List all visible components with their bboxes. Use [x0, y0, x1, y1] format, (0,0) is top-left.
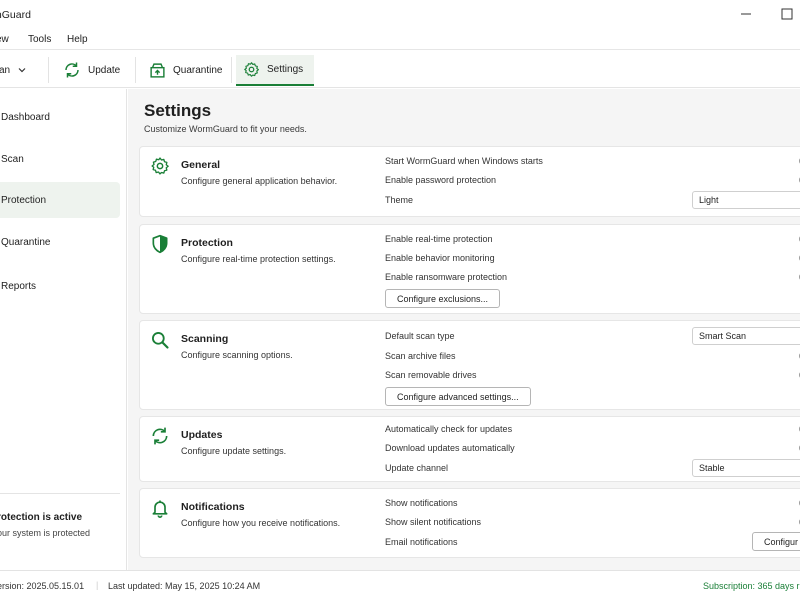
settings-panel: Settings Customize WormGuard to fit your…	[128, 89, 800, 570]
sidebar-item-dashboard[interactable]: Dashboard	[0, 99, 120, 135]
sidebar-item-label: Quarantine	[1, 236, 51, 248]
menu-tools[interactable]: Tools	[28, 34, 51, 45]
bell-icon	[152, 500, 168, 518]
section-title: Protection	[181, 237, 233, 249]
scan-dropdown-button[interactable]: can	[0, 55, 27, 85]
option-behavior-monitoring: Enable behavior monitoring	[385, 253, 495, 263]
page-title: Settings	[144, 101, 212, 120]
section-description: Configure real-time protection settings.	[181, 254, 336, 264]
option-theme: Theme	[385, 195, 414, 205]
section-description: Configure general application behavior.	[181, 176, 338, 186]
quarantine-box-icon	[150, 62, 165, 78]
app-title: mGuard	[0, 9, 31, 21]
maximize-button[interactable]	[778, 6, 796, 22]
settings-label: Settings	[267, 64, 304, 75]
toolbar-separator	[231, 57, 232, 83]
menu-help[interactable]: Help	[67, 34, 88, 45]
option-ransomware-protection: Enable ransomware protection	[385, 272, 508, 282]
scan-label: can	[0, 64, 11, 76]
scan-type-select[interactable]: Smart Scan	[692, 327, 800, 345]
scanning-section: Scanning Configure scanning options. Def…	[139, 320, 800, 410]
sidebar-item-label: Protection	[1, 194, 47, 206]
sidebar: Dashboard Scan Protection Quarantine Rep…	[0, 89, 127, 570]
option-show-notifications: Show notifications	[385, 498, 458, 508]
sidebar-item-quarantine[interactable]: Quarantine	[0, 224, 120, 260]
status-divider: |	[96, 580, 99, 590]
section-title: Scanning	[181, 333, 229, 345]
minimize-button[interactable]	[737, 6, 755, 22]
configure-email-button[interactable]: Configur	[752, 532, 800, 551]
option-silent-notifications: Show silent notifications	[385, 517, 482, 527]
sidebar-divider	[0, 493, 120, 494]
sidebar-item-label: Scan	[1, 153, 24, 165]
option-update-channel: Update channel	[385, 463, 449, 473]
search-icon	[152, 332, 169, 349]
sidebar-item-scan[interactable]: Scan	[0, 141, 120, 177]
last-updated-text: Last updated: May 15, 2025 10:24 AM	[108, 581, 261, 591]
option-default-scan-type: Default scan type	[385, 331, 455, 341]
maximize-icon	[781, 8, 793, 20]
menu-view[interactable]: ew	[0, 34, 9, 45]
configure-exclusions-button[interactable]: Configure exclusions...	[385, 289, 501, 308]
protection-status-subtitle: our system is protected	[0, 528, 91, 538]
sidebar-item-label: Dashboard	[1, 111, 50, 123]
shield-icon	[152, 234, 168, 254]
protection-status-title: rotection is active	[0, 512, 83, 523]
option-auto-check-updates: Automatically check for updates	[385, 424, 513, 434]
update-button[interactable]: Update	[63, 55, 120, 85]
refresh-icon	[65, 62, 79, 78]
configure-advanced-button[interactable]: Configure advanced settings...	[385, 387, 531, 406]
page-subtitle: Customize WormGuard to fit your needs.	[144, 124, 307, 134]
section-description: Configure how you receive notifications.	[181, 518, 341, 528]
option-email-notifications: Email notifications	[385, 537, 458, 547]
refresh-icon	[152, 427, 168, 445]
title-bar: mGuard	[0, 0, 800, 28]
sidebar-item-reports[interactable]: Reports	[0, 268, 120, 304]
option-scan-removable: Scan removable drives	[385, 370, 477, 380]
gear-icon	[151, 157, 169, 175]
option-realtime-protection: Enable real-time protection	[385, 234, 493, 244]
gear-icon	[244, 62, 260, 77]
option-auto-download-updates: Download updates automatically	[385, 443, 515, 453]
update-channel-select[interactable]: Stable	[692, 459, 800, 477]
chevron-down-icon	[18, 68, 26, 73]
option-password-protection: Enable password protection	[385, 175, 497, 185]
status-bar: ersion: 2025.05.15.01 | Last updated: Ma…	[0, 570, 800, 600]
general-section: General Configure general application be…	[139, 146, 800, 217]
toolbar-separator	[48, 57, 49, 83]
quarantine-button[interactable]: Quarantine	[149, 55, 222, 85]
menu-bar: ew Tools Help	[0, 28, 800, 50]
subscription-text: Subscription: 365 days r	[703, 581, 800, 591]
version-text: ersion: 2025.05.15.01	[0, 581, 85, 591]
section-description: Configure scanning options.	[181, 350, 293, 360]
toolbar: can Update Quarantine Settings	[0, 51, 800, 88]
section-description: Configure update settings.	[181, 446, 287, 456]
settings-button[interactable]: Settings	[236, 55, 314, 86]
section-title: Notifications	[181, 501, 245, 513]
section-title: General	[181, 159, 221, 171]
toolbar-separator	[135, 57, 136, 83]
update-label: Update	[88, 64, 121, 76]
notifications-section: Notifications Configure how you receive …	[139, 488, 800, 558]
sidebar-item-protection[interactable]: Protection	[0, 182, 120, 218]
sidebar-item-label: Reports	[1, 280, 37, 292]
protection-section: Protection Configure real-time protectio…	[139, 224, 800, 314]
minimize-icon	[741, 13, 751, 15]
updates-section: Updates Configure update settings. Autom…	[139, 416, 800, 482]
theme-select[interactable]: Light	[692, 191, 800, 209]
section-title: Updates	[181, 429, 223, 441]
quarantine-label: Quarantine	[173, 64, 223, 76]
option-scan-archives: Scan archive files	[385, 351, 456, 361]
option-start-with-windows: Start WormGuard when Windows starts	[385, 156, 543, 166]
